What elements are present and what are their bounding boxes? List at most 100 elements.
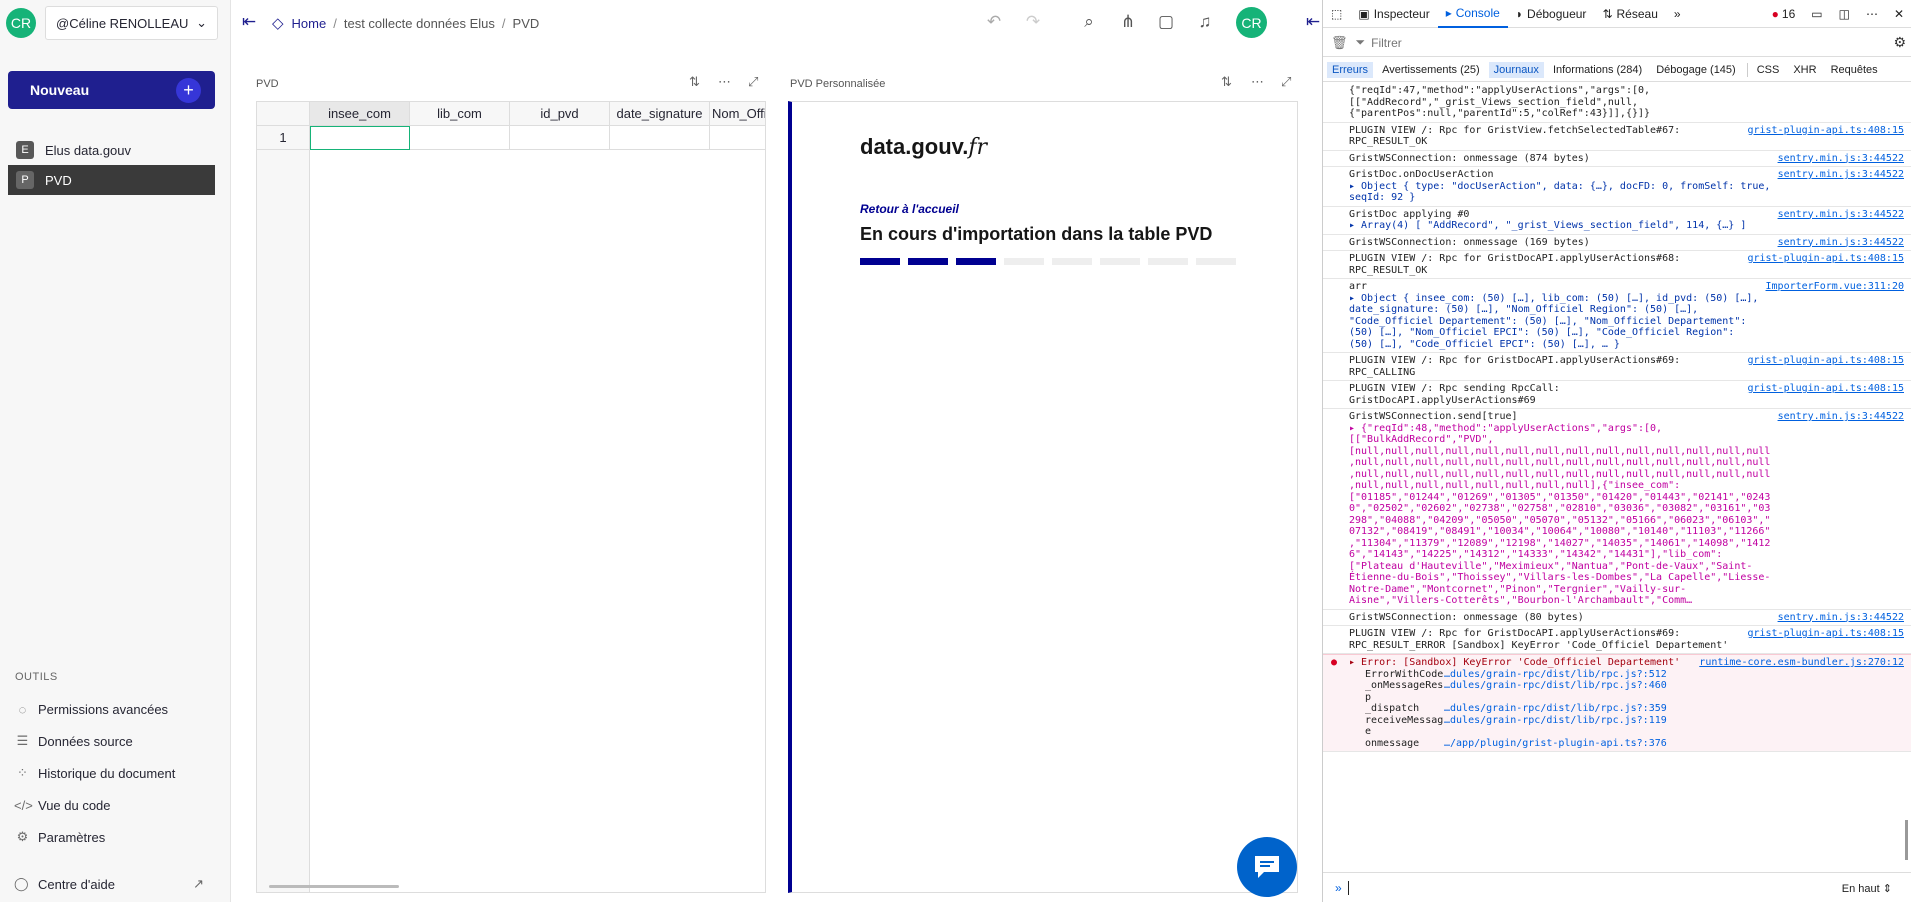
console-message[interactable]: GristDoc.onDocUserAction ▸ Object { type:…: [1323, 167, 1911, 207]
source-link[interactable]: sentry.min.js:3:44522: [1778, 169, 1904, 181]
tab-debugger[interactable]: ◗ Débogueur: [1508, 0, 1595, 28]
tool-permissions[interactable]: ◌ Permissions avancées: [14, 697, 168, 721]
chat-button[interactable]: [1237, 837, 1297, 897]
tool-settings[interactable]: ⚙ Paramètres: [14, 825, 106, 849]
sort-filter-icon[interactable]: ⇅: [689, 74, 700, 90]
stack-frame[interactable]: onmessage …/app/plugin/grist-plugin-api.t…: [1349, 738, 1772, 750]
source-link[interactable]: sentry.min.js:3:44522: [1778, 411, 1904, 423]
expand-icon[interactable]: ⤢: [748, 74, 758, 90]
console-prompt[interactable]: » En haut ⇕: [1323, 872, 1911, 902]
expand-icon[interactable]: ⤢: [1281, 74, 1291, 90]
message-object[interactable]: ▸ Object { type: "docUserAction", data: …: [1349, 181, 1772, 204]
source-link[interactable]: ImporterForm.vue:311:20: [1766, 281, 1904, 293]
source-link[interactable]: grist-plugin-api.ts:408:15: [1747, 383, 1904, 395]
console-message[interactable]: GristWSConnection: onmessage (169 bytes)…: [1323, 235, 1911, 251]
stack-frame[interactable]: _onMessageResp …dules/grain-rpc/dist/lib/…: [1349, 680, 1772, 703]
message-object[interactable]: ▸ Object { insee_com: (50) […], lib_com:…: [1349, 293, 1772, 351]
console-message[interactable]: GristWSConnection: onmessage (874 bytes)…: [1323, 151, 1911, 167]
source-link[interactable]: runtime-core.esm-bundler.js:270:12: [1699, 657, 1904, 669]
stack-location[interactable]: …dules/grain-rpc/dist/lib/rpc.js?:512: [1444, 669, 1667, 681]
table-cell[interactable]: [510, 126, 610, 150]
table-cell[interactable]: [310, 126, 410, 150]
back-home-link[interactable]: Retour à l'accueil: [860, 202, 959, 216]
source-link[interactable]: grist-plugin-api.ts:408:15: [1747, 253, 1904, 265]
tool-code-view[interactable]: </> Vue du code: [14, 793, 111, 817]
filter-debug[interactable]: Débogage (145): [1651, 62, 1741, 78]
more-icon[interactable]: ⋯: [718, 74, 731, 90]
comments-icon[interactable]: ▢: [1155, 12, 1177, 32]
page-item-pvd[interactable]: P PVD: [8, 165, 215, 195]
widget-title-table[interactable]: PVD: [256, 78, 279, 90]
table-cell[interactable]: [610, 126, 710, 150]
share-icon[interactable]: ⋔: [1117, 12, 1139, 32]
org-selector[interactable]: @Céline RENOLLEAU ⌄: [45, 6, 218, 40]
source-link[interactable]: grist-plugin-api.ts:408:15: [1747, 628, 1904, 640]
console-message[interactable]: PLUGIN VIEW /: Rpc for GristView.fetchSe…: [1323, 123, 1911, 151]
avatar[interactable]: CR: [6, 8, 36, 38]
dock-icon[interactable]: ◫: [1831, 0, 1858, 28]
more-tabs-icon[interactable]: »: [1666, 0, 1689, 28]
bell-icon[interactable]: ♫: [1194, 12, 1216, 32]
error-count-badge[interactable]: ● 16: [1764, 0, 1804, 28]
source-link[interactable]: sentry.min.js:3:44522: [1778, 612, 1904, 624]
console-message[interactable]: PLUGIN VIEW /: Rpc for GristDocAPI.apply…: [1323, 353, 1911, 381]
breadcrumb-home[interactable]: Home: [292, 16, 327, 31]
horizontal-scrollbar[interactable]: [269, 885, 399, 888]
source-link[interactable]: sentry.min.js:3:44522: [1778, 209, 1904, 221]
message-object[interactable]: ▸ Array(4) [ "AddRecord", "_grist_Views_…: [1349, 220, 1772, 232]
console-error[interactable]: ● ▸ Error: [Sandbox] KeyError 'Code_Offic…: [1323, 654, 1911, 752]
stack-location[interactable]: …dules/grain-rpc/dist/lib/rpc.js?:119: [1444, 715, 1667, 738]
console-message[interactable]: PLUGIN VIEW /: Rpc sending RpcCall: Gris…: [1323, 381, 1911, 409]
pick-element-icon[interactable]: ⬚: [1323, 0, 1350, 28]
responsive-icon[interactable]: ▭: [1803, 0, 1830, 28]
console-message[interactable]: PLUGIN VIEW /: Rpc for GristDocAPI.apply…: [1323, 251, 1911, 279]
stack-frame[interactable]: _dispatch …dules/grain-rpc/dist/lib/rpc.j…: [1349, 703, 1772, 715]
console-message[interactable]: GristWSConnection.send[true] ▸ {"reqId":4…: [1323, 409, 1911, 610]
filter-logs[interactable]: Journaux: [1488, 61, 1544, 78]
new-button[interactable]: Nouveau +: [8, 71, 215, 109]
console-scrollbar[interactable]: [1905, 820, 1908, 860]
source-link[interactable]: sentry.min.js:3:44522: [1778, 153, 1904, 165]
column-header[interactable]: date_signature: [610, 102, 710, 126]
more-icon[interactable]: ⋯: [1251, 74, 1264, 90]
console-message[interactable]: {"reqId":47,"method":"applyUserActions",…: [1323, 83, 1911, 123]
stack-frame[interactable]: receiveMessage …dules/grain-rpc/dist/lib/…: [1349, 715, 1772, 738]
stack-location[interactable]: …dules/grain-rpc/dist/lib/rpc.js?:359: [1444, 703, 1667, 715]
row-number-header[interactable]: [257, 102, 310, 126]
filter-xhr[interactable]: XHR: [1788, 62, 1821, 78]
filter-errors[interactable]: Erreurs: [1327, 61, 1374, 78]
filter-css[interactable]: CSS: [1752, 62, 1785, 78]
tool-source-data[interactable]: ☰ Données source: [14, 729, 133, 753]
tab-network[interactable]: ⇅ Réseau: [1594, 0, 1665, 28]
stack-location[interactable]: …/app/plugin/grist-plugin-api.ts?:376: [1444, 738, 1667, 750]
search-icon[interactable]: ⌕: [1078, 12, 1100, 32]
console-message[interactable]: GristWSConnection: onmessage (80 bytes) s…: [1323, 610, 1911, 626]
column-header[interactable]: insee_com: [310, 102, 410, 126]
tool-history[interactable]: ⁘ Historique du document: [14, 761, 175, 785]
message-payload[interactable]: ▸ {"reqId":48,"method":"applyUserActions…: [1349, 423, 1772, 607]
redo-icon[interactable]: ↷: [1022, 12, 1044, 32]
console-input-caret[interactable]: [1347, 880, 1349, 895]
widget-title-custom[interactable]: PVD Personnalisée: [790, 78, 885, 90]
avatar[interactable]: CR: [1236, 7, 1267, 38]
source-link[interactable]: sentry.min.js:3:44522: [1778, 237, 1904, 249]
console-message[interactable]: arr ▸ Object { insee_com: (50) […], lib_c…: [1323, 279, 1911, 353]
console-message[interactable]: PLUGIN VIEW /: Rpc for GristDocAPI.apply…: [1323, 626, 1911, 654]
row-number[interactable]: 1: [257, 126, 310, 150]
filter-warnings[interactable]: Avertissements (25): [1377, 62, 1485, 78]
tab-console[interactable]: ▸ Console: [1437, 0, 1508, 28]
scroll-position-select[interactable]: En haut ⇕: [1842, 882, 1892, 895]
column-header[interactable]: lib_com: [410, 102, 510, 126]
table-cell[interactable]: [710, 126, 765, 150]
close-icon[interactable]: ✕: [1886, 0, 1911, 28]
column-header[interactable]: Nom_Offi: [710, 102, 765, 126]
console-message[interactable]: GristDoc applying #0 ▸ Array(4) [ "AddRec…: [1323, 207, 1911, 235]
filter-requests[interactable]: Requêtes: [1826, 62, 1883, 78]
stack-frame[interactable]: ErrorWithCode …dules/grain-rpc/dist/lib/r…: [1349, 669, 1772, 681]
sort-filter-icon[interactable]: ⇅: [1221, 74, 1232, 90]
collapse-left-icon[interactable]: ⇤: [238, 12, 260, 32]
column-header[interactable]: id_pvd: [510, 102, 610, 126]
breadcrumb-doc[interactable]: test collecte données Elus: [344, 16, 495, 31]
settings-gear-icon[interactable]: ⚙: [1893, 34, 1906, 51]
stack-location[interactable]: …dules/grain-rpc/dist/lib/rpc.js?:460: [1444, 680, 1667, 703]
